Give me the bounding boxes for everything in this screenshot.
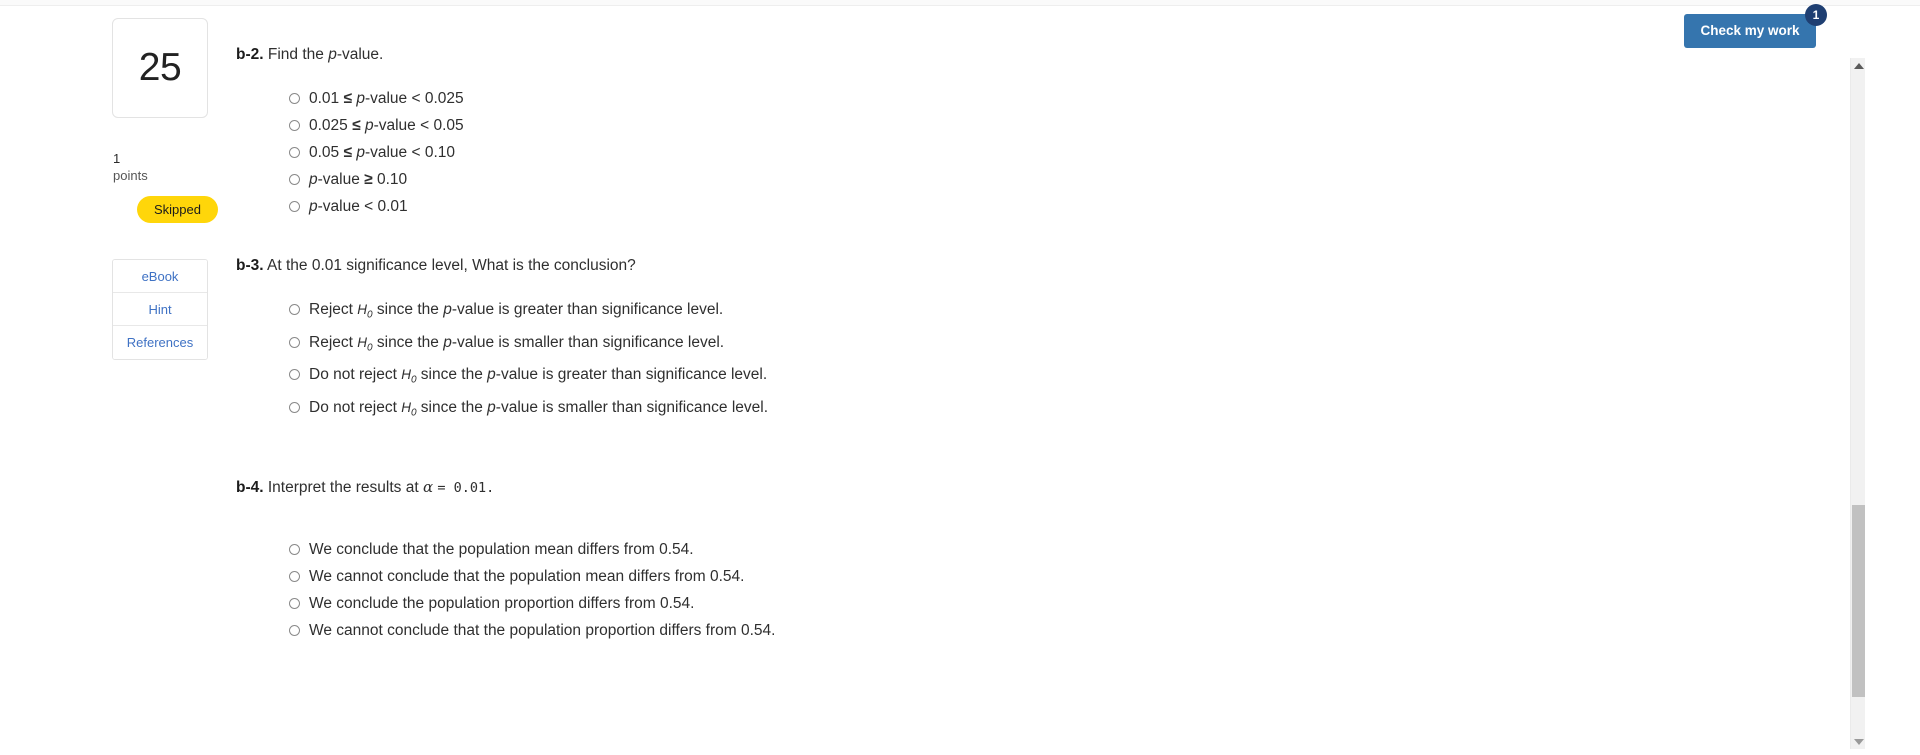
scroll-down-arrow-icon[interactable]	[1851, 734, 1866, 749]
radio-icon[interactable]	[289, 402, 300, 414]
badge-count: 1	[1812, 8, 1820, 22]
option-label: p-value < 0.01	[309, 198, 408, 215]
top-strip	[0, 0, 1920, 6]
part-b-4-label: b-4.	[236, 478, 264, 496]
points-value: 1	[113, 151, 121, 166]
option-label: 0.025 ≤ p-value < 0.05	[309, 117, 464, 134]
alpha-value: = 0.01.	[437, 479, 495, 496]
question-number-card: 25	[112, 18, 208, 118]
alpha-symbol: α	[422, 477, 434, 496]
assignment-page: 25 1 points Skipped eBook Hint Reference…	[0, 0, 1920, 755]
ebook-label: eBook	[141, 268, 179, 284]
part-b-2-prompt-after: -value.	[336, 46, 384, 63]
p-symbol: p	[328, 46, 337, 63]
radio-icon[interactable]	[289, 336, 300, 348]
part-b-3-label: b-3.	[236, 257, 264, 274]
check-my-work-badge: 1	[1805, 4, 1827, 26]
option-row[interactable]: Reject H0 since the p-value is greater t…	[289, 299, 1736, 327]
scrollbar-thumb[interactable]	[1852, 505, 1865, 697]
hint-button[interactable]: Hint	[113, 293, 207, 326]
question-number: 25	[138, 46, 182, 89]
part-b-2: b-2. Find the p-value. 0.01 ≤ p-value < …	[236, 44, 1736, 218]
part-b-3-prompt-text: At the 0.01 significance level, What is …	[267, 257, 636, 274]
radio-icon[interactable]	[289, 624, 300, 636]
tool-list: eBook Hint References	[112, 259, 208, 360]
option-label: We cannot conclude that the population m…	[309, 567, 745, 585]
radio-icon[interactable]	[289, 147, 300, 158]
option-row[interactable]: Do not reject H0 since the p-value is sm…	[289, 397, 1736, 425]
option-row[interactable]: We cannot conclude that the population p…	[289, 620, 1736, 642]
option-label: Reject H0 since the p-value is smaller t…	[309, 333, 725, 354]
option-label: p-value ≥ 0.10	[309, 171, 408, 188]
question-content: b-2. Find the p-value. 0.01 ≤ p-value < …	[236, 44, 1736, 647]
part-b-4-prompt-before: Interpret the results at	[267, 478, 423, 496]
option-row[interactable]: 0.05 ≤ p-value < 0.10	[289, 142, 1736, 164]
radio-icon[interactable]	[289, 93, 300, 104]
check-my-work-button[interactable]: Check my work	[1684, 14, 1816, 48]
option-row[interactable]: 0.025 ≤ p-value < 0.05	[289, 115, 1736, 137]
part-b-4: b-4. Interpret the results at α = 0.01. …	[236, 476, 1736, 642]
option-row[interactable]: We cannot conclude that the population m…	[289, 566, 1736, 588]
option-row[interactable]: Reject H0 since the p-value is smaller t…	[289, 332, 1736, 360]
ebook-button[interactable]: eBook	[113, 260, 207, 293]
check-my-work-container: Check my work 1	[1684, 4, 1827, 48]
part-b-2-prompt: b-2. Find the p-value.	[236, 44, 1736, 66]
option-label: 0.05 ≤ p-value < 0.10	[309, 144, 455, 161]
option-row[interactable]: We conclude that the population mean dif…	[289, 539, 1736, 561]
references-button[interactable]: References	[113, 326, 207, 359]
option-label: Reject H0 since the p-value is greater t…	[309, 301, 724, 321]
option-label: We conclude that the population mean dif…	[309, 540, 694, 558]
option-label: We cannot conclude that the population p…	[309, 621, 776, 639]
option-row[interactable]: We conclude the population proportion di…	[289, 593, 1736, 615]
triangle-down-icon	[1853, 738, 1864, 745]
check-my-work-label: Check my work	[1700, 23, 1800, 38]
points-block: 1 points Skipped	[112, 150, 218, 223]
part-b-3: b-3. At the 0.01 significance level, Wha…	[236, 255, 1736, 425]
part-b-3-prompt: b-3. At the 0.01 significance level, Wha…	[236, 255, 1736, 277]
hint-label: Hint	[148, 301, 172, 317]
part-b-2-label: b-2.	[236, 46, 264, 63]
radio-icon[interactable]	[289, 570, 300, 582]
option-row[interactable]: Do not reject H0 since the p-value is gr…	[289, 364, 1736, 392]
radio-icon[interactable]	[289, 597, 300, 609]
radio-icon[interactable]	[289, 304, 300, 315]
triangle-up-icon	[1853, 62, 1864, 69]
radio-icon[interactable]	[289, 369, 300, 381]
vertical-scrollbar[interactable]	[1850, 58, 1865, 749]
question-sidebar: 25 1 points Skipped eBook Hint Reference…	[112, 18, 218, 360]
part-b-2-options: 0.01 ≤ p-value < 0.025 0.025 ≤ p-value <…	[289, 88, 1736, 218]
radio-icon[interactable]	[289, 174, 300, 185]
option-label: Do not reject H0 since the p-value is sm…	[309, 399, 769, 419]
option-row[interactable]: 0.01 ≤ p-value < 0.025	[289, 88, 1736, 110]
option-row[interactable]: p-value ≥ 0.10	[289, 169, 1736, 191]
part-b-4-options: We conclude that the population mean dif…	[289, 539, 1736, 642]
radio-icon[interactable]	[289, 543, 300, 555]
option-label: Do not reject H0 since the p-value is gr…	[309, 366, 768, 387]
references-label: References	[126, 335, 194, 350]
part-b-4-prompt: b-4. Interpret the results at α = 0.01.	[236, 476, 1736, 499]
part-b-3-options: Reject H0 since the p-value is greater t…	[289, 299, 1736, 425]
status-badge: Skipped	[137, 196, 218, 223]
radio-icon[interactable]	[289, 201, 300, 212]
scroll-up-arrow-icon[interactable]	[1851, 58, 1866, 73]
option-label: We conclude the population proportion di…	[309, 594, 695, 612]
option-label: 0.01 ≤ p-value < 0.025	[309, 90, 464, 107]
option-row[interactable]: p-value < 0.01	[289, 196, 1736, 218]
radio-icon[interactable]	[289, 120, 300, 131]
points-label: points	[113, 168, 148, 183]
part-b-2-prompt-before: Find the	[267, 46, 329, 63]
